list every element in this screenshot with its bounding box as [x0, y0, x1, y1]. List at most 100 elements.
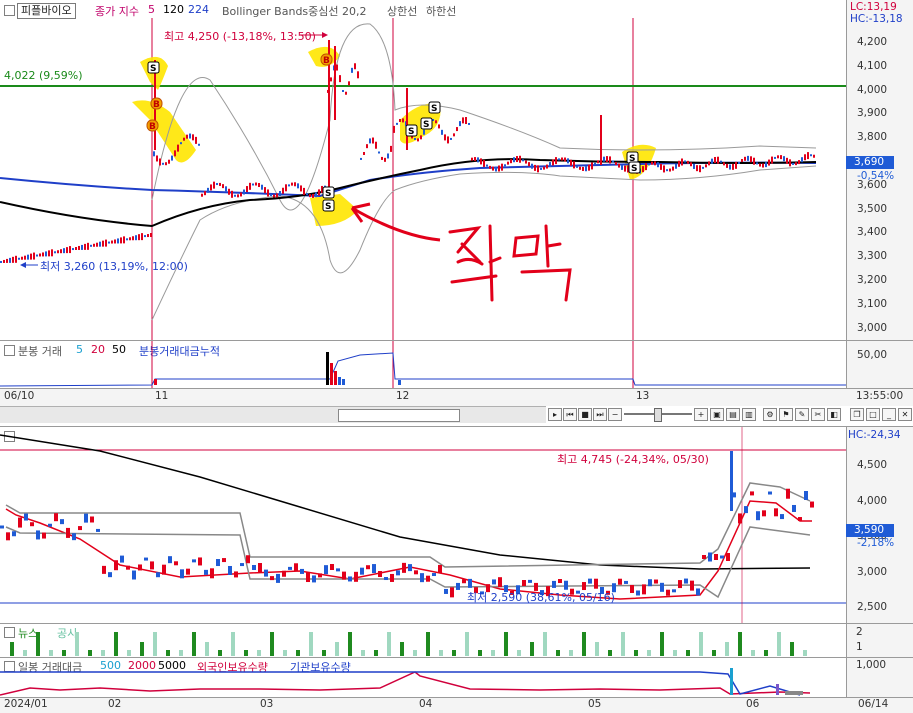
indicator-label[interactable]: 종가 지수 [95, 3, 139, 19]
news-bar [166, 650, 170, 656]
price-chart-area[interactable]: S B B B S S S S S S S [0, 18, 846, 340]
daily-volume-chart [0, 668, 811, 696]
daily-candle [390, 573, 394, 582]
minimize-icon[interactable]: _ [882, 408, 896, 421]
scrollbar-thumb[interactable] [338, 409, 460, 422]
tool-icon-4[interactable]: ⚙ [763, 408, 777, 421]
ma-value-224[interactable]: 224 [188, 3, 209, 16]
price-candle [334, 46, 336, 120]
daily-candle [240, 563, 244, 567]
scroll-right-button[interactable]: ▸ [548, 408, 562, 421]
bollinger-lower-label[interactable]: 하한선 [426, 3, 456, 19]
news-bar [75, 632, 79, 656]
news-bar [296, 650, 300, 656]
chart-scrollbar[interactable] [0, 406, 546, 423]
daily-candle [558, 579, 562, 584]
close-button[interactable] [4, 5, 15, 16]
daily-candle [222, 558, 226, 563]
daily-candle [420, 573, 424, 583]
price-candle [231, 190, 233, 198]
daily-candle [96, 528, 100, 532]
daily-volume-tick: 1,000 [856, 659, 887, 671]
price-candle [759, 163, 761, 167]
daily-candle [0, 525, 4, 529]
daily-chart-area[interactable] [0, 427, 846, 623]
price-candle [225, 186, 227, 192]
close-icon[interactable]: ✕ [898, 408, 912, 421]
bottom-current-price-box: 3,590 [846, 524, 894, 537]
zoom-out-button[interactable]: − [608, 408, 622, 421]
price-candle [63, 248, 65, 254]
next-page-button[interactable]: ⏭ [593, 408, 607, 421]
bollinger-upper-label[interactable]: 상한선 [387, 3, 417, 19]
tool-icon-3[interactable]: ▥ [742, 408, 756, 421]
price-candle [270, 194, 272, 197]
tool-icon-7[interactable]: ✂ [811, 408, 825, 421]
price-candle [60, 249, 62, 254]
daily-candle [150, 561, 154, 570]
daily-candle [756, 511, 760, 521]
buy-marker: B [320, 53, 333, 66]
daily-candle [696, 588, 700, 596]
bottom-high-annotation: 최고 4,745 (-24,34%, 05/30) [557, 453, 709, 466]
price-candle [192, 134, 194, 141]
tool-icon-6[interactable]: ✎ [795, 408, 809, 421]
price-candle [468, 122, 470, 125]
news-bar [101, 650, 105, 656]
tool-icon-5[interactable]: ⚑ [779, 408, 793, 421]
stock-name-box[interactable]: 피플바이오 [17, 3, 76, 19]
price-candle [276, 193, 278, 198]
price-candle [693, 163, 695, 169]
price-candle [267, 189, 269, 197]
zoom-slider-thumb[interactable] [654, 408, 662, 422]
tool-icon-8[interactable]: ◧ [827, 408, 841, 421]
stop-button[interactable]: ■ [578, 408, 592, 421]
price-candle [207, 187, 209, 193]
first-page-button[interactable]: ⏮ [563, 408, 577, 421]
price-candle [369, 138, 371, 144]
price-candle [108, 241, 110, 244]
svg-text:S: S [325, 202, 331, 212]
price-candle [234, 194, 236, 197]
news-bar [504, 632, 508, 656]
price-candle [21, 256, 23, 260]
daily-candle [726, 553, 730, 561]
daily-candle [714, 554, 718, 560]
price-candle [18, 257, 20, 260]
sell-marker: S [322, 199, 335, 212]
restore-icon[interactable]: ❐ [850, 408, 864, 421]
price-candle [696, 165, 698, 172]
news-bar [699, 632, 703, 656]
zoom-slider[interactable] [624, 408, 692, 422]
tool-icon-1[interactable]: ▣ [710, 408, 724, 421]
tool-icon-2[interactable]: ▤ [726, 408, 740, 421]
price-candle [132, 236, 134, 241]
price-candle [297, 183, 299, 189]
svg-text:S: S [423, 120, 429, 130]
daily-candle [750, 491, 754, 496]
price-candle [381, 156, 383, 160]
price-candle [648, 163, 650, 166]
daily-candle [156, 572, 160, 578]
price-candle [717, 156, 719, 164]
price-candle [774, 156, 776, 159]
price-candle [528, 162, 530, 167]
sell-marker: S [147, 61, 160, 74]
daily-candle [120, 555, 124, 563]
price-candle [81, 244, 83, 250]
maximize-icon[interactable]: □ [866, 408, 880, 421]
price-candle [690, 162, 692, 167]
price-tick: 4,200 [857, 36, 888, 48]
high-annotation: 최고 4,250 (-13,18%, 13:50) [164, 30, 316, 43]
price-candle [375, 141, 377, 149]
news-bar [465, 632, 469, 656]
ma-value-5[interactable]: 5 [148, 3, 155, 16]
ma-value-120[interactable]: 120 [163, 3, 184, 16]
price-candle [651, 161, 653, 165]
price-candle [492, 166, 494, 171]
bollinger-label[interactable]: Bollinger Bands중심선 20,2 [222, 3, 367, 19]
price-candle [684, 160, 686, 163]
price-candle [246, 186, 248, 193]
zoom-in-button[interactable]: + [694, 408, 708, 421]
price-candle [579, 166, 581, 170]
